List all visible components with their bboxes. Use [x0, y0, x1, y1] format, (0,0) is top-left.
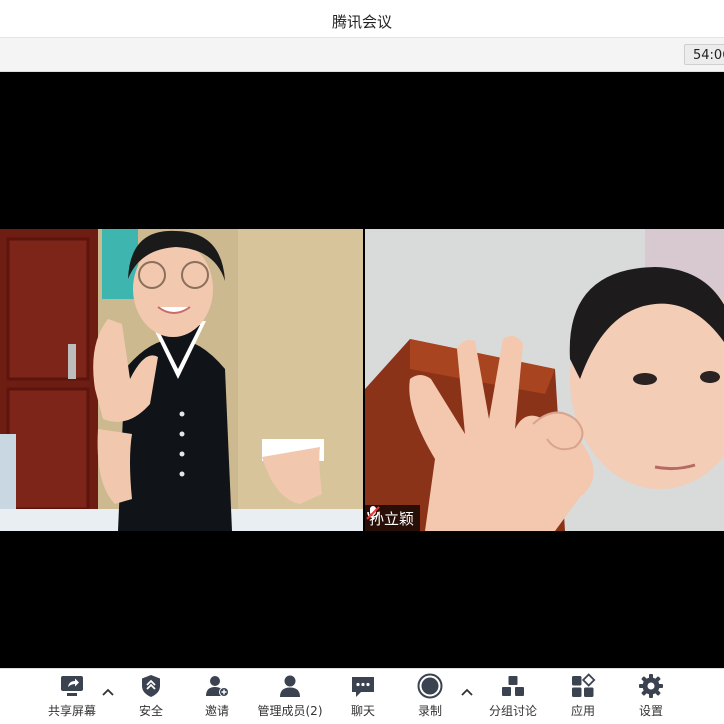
add-user-icon: [206, 676, 229, 697]
record-icon: [417, 673, 443, 699]
manage-members-button[interactable]: 管理成员(2): [252, 673, 328, 721]
record-button[interactable]: 录制: [407, 673, 453, 721]
security-label: 安全: [138, 704, 163, 718]
chat-button[interactable]: 聊天: [340, 673, 386, 721]
share-screen-label: 共享屏幕: [47, 704, 96, 718]
apps-button[interactable]: 应用: [560, 673, 606, 721]
members-icon: [280, 675, 300, 697]
shield-icon: [142, 675, 160, 697]
breakout-rooms-label: 分组讨论: [488, 704, 537, 718]
window-title: 腾讯会议: [331, 13, 392, 31]
chat-icon: [352, 677, 374, 697]
invite-label: 邀请: [204, 704, 229, 718]
apps-label: 应用: [570, 704, 595, 718]
breakout-rooms-icon: [502, 676, 524, 696]
share-screen-options-chevron-icon[interactable]: [102, 687, 114, 697]
manage-members-label: 管理成员(2): [257, 704, 323, 718]
video-stage: 孙立颖: [0, 72, 724, 668]
meeting-info-bar: 54:06: [0, 38, 724, 72]
meeting-timer: 54:06: [684, 44, 724, 65]
invite-button[interactable]: 邀请: [194, 673, 240, 721]
apps-icon: [572, 673, 596, 697]
security-button[interactable]: 安全: [128, 673, 174, 721]
record-options-chevron-icon[interactable]: [461, 687, 473, 697]
video-tile-participant-1[interactable]: [0, 229, 363, 531]
video-feed-1: [0, 229, 363, 531]
participant-name-tag: 孙立颖: [365, 505, 421, 531]
title-bar: 腾讯会议: [0, 0, 724, 38]
record-label: 录制: [417, 704, 442, 718]
breakout-rooms-button[interactable]: 分组讨论: [484, 673, 542, 721]
video-feed-2: [365, 229, 724, 531]
share-screen-button[interactable]: 共享屏幕: [44, 673, 100, 721]
settings-label: 设置: [638, 704, 663, 718]
chat-label: 聊天: [350, 704, 375, 718]
settings-button[interactable]: 设置: [628, 673, 674, 721]
meeting-toolbar: 共享屏幕 安全 邀请 管理成员(2) 聊天 录制 分组讨论 应用 设置: [0, 668, 724, 724]
video-tile-participant-2[interactable]: 孙立颖: [365, 229, 724, 531]
share-screen-icon: [61, 676, 83, 696]
mic-muted-icon: [366, 506, 380, 520]
gear-icon: [639, 674, 663, 698]
